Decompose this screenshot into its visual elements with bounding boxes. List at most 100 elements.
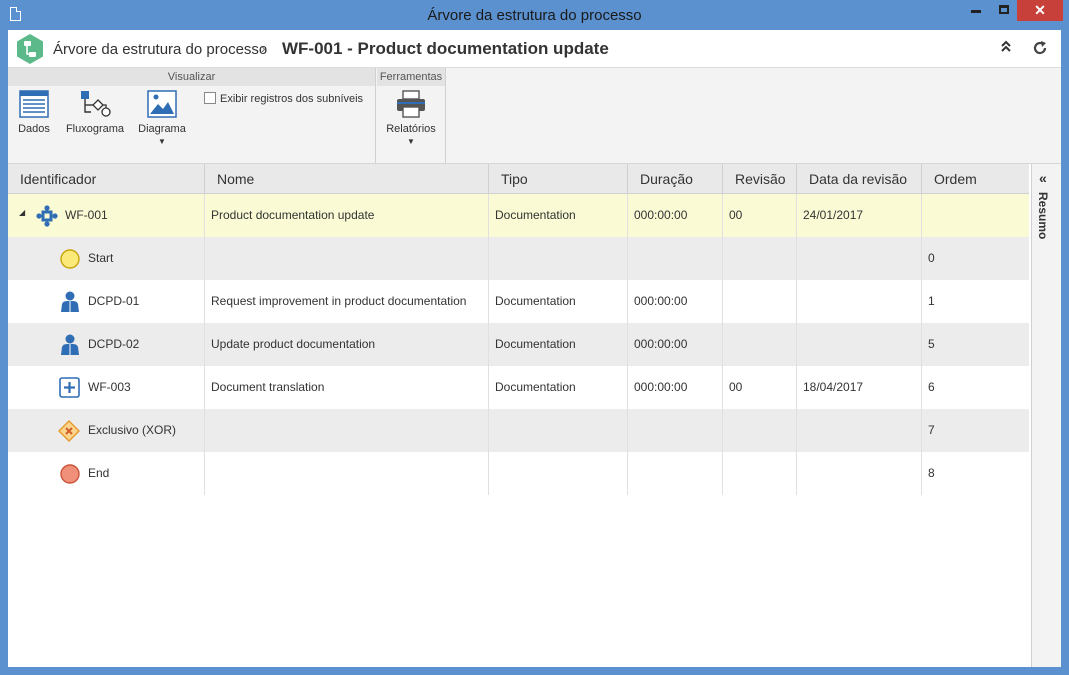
cell-identificador: DCPD-01 [8, 280, 205, 323]
dados-button[interactable]: Dados [16, 90, 52, 135]
diagrama-label: Diagrama [138, 123, 186, 135]
double-chevron-up-icon [1001, 40, 1011, 52]
subniveis-checkbox[interactable]: Exibir registros dos subníveis [204, 92, 363, 105]
cell-data-revisao [797, 409, 922, 452]
double-chevron-left-icon[interactable]: « [1039, 170, 1047, 186]
cell-tipo: Documentation [489, 366, 628, 409]
fluxograma-label: Fluxograma [65, 123, 125, 135]
dados-label: Dados [18, 123, 50, 135]
page-title: WF-001 - Product documentation update [282, 39, 609, 58]
cell-duracao: 000:00:00 [628, 280, 723, 323]
window-titlebar: Árvore da estrutura do processo ✕ [0, 0, 1069, 30]
cell-ordem: 8 [928, 466, 935, 480]
cell-identificador: Exclusivo (XOR) [8, 409, 205, 452]
cell-revisao: 00 [723, 194, 797, 237]
ribbon-separator [375, 68, 376, 164]
checkbox-icon[interactable] [204, 92, 216, 104]
cell-revisao [723, 323, 797, 366]
cell-identificador: Start [8, 237, 205, 280]
refresh-icon [1033, 41, 1047, 55]
table-row[interactable]: Exclusivo (XOR) 7 [8, 409, 1029, 452]
cell-duracao: 000:00:00 [628, 323, 723, 366]
ribbon-group-ferramentas: Ferramentas [377, 68, 445, 86]
cell-duracao [628, 409, 723, 452]
dropdown-caret-icon: ▼ [158, 137, 166, 146]
process-tree-grid: Identificador Nome Tipo Duração Revisão … [8, 164, 1029, 667]
cell-revisao [723, 452, 797, 495]
cell-revisao [723, 280, 797, 323]
fluxograma-button[interactable]: Fluxograma [64, 90, 126, 135]
cell-tipo [489, 409, 628, 452]
table-row[interactable]: ◢ WF-001 Product documentation update Do… [8, 194, 1029, 237]
breadcrumb-header: Árvore da estrutura do processo › WF-001… [8, 30, 1061, 68]
cell-tipo: Documentation [489, 280, 628, 323]
cell-nome [205, 452, 489, 495]
grid-header-row: Identificador Nome Tipo Duração Revisão … [8, 164, 1029, 194]
relatorios-button[interactable]: Relatórios ▼ [383, 90, 439, 146]
cell-data-revisao [797, 452, 922, 495]
data-grid-icon [19, 90, 49, 118]
cell-identificador: WF-001 [8, 194, 205, 237]
ribbon-group-visualizar: Visualizar [8, 68, 375, 86]
relatorios-label: Relatórios [386, 123, 436, 135]
column-header-tipo[interactable]: Tipo [489, 164, 628, 194]
close-button[interactable]: ✕ [1017, 0, 1063, 21]
cell-nome [205, 409, 489, 452]
table-row[interactable]: DCPD-02 Update product documentation Doc… [8, 323, 1029, 366]
table-row[interactable]: DCPD-01 Request improvement in product d… [8, 280, 1029, 323]
maximize-icon [999, 5, 1009, 14]
diagrama-button[interactable]: Diagrama ▼ [136, 90, 188, 146]
column-header-data-revisao[interactable]: Data da revisão [797, 164, 922, 194]
cell-duracao: 000:00:00 [628, 194, 723, 237]
cell-tipo [489, 237, 628, 280]
minimize-button[interactable] [962, 0, 990, 21]
table-row[interactable]: Start 0 [8, 237, 1029, 280]
cell-tipo: Documentation [489, 194, 628, 237]
cell-tipo: Documentation [489, 323, 628, 366]
cell-data-revisao [797, 323, 922, 366]
dropdown-caret-icon: ▼ [407, 137, 415, 146]
maximize-button[interactable] [990, 0, 1018, 21]
collapse-header-button[interactable] [996, 39, 1016, 59]
window-title: Árvore da estrutura do processo [427, 7, 642, 24]
cell-nome: Product documentation update [205, 194, 489, 237]
cell-revisao [723, 237, 797, 280]
cell-ordem: 0 [928, 251, 935, 265]
cell-identificador: End [8, 452, 205, 495]
breadcrumb-root[interactable]: Árvore da estrutura do processo [53, 41, 267, 58]
column-header-duracao[interactable]: Duração [628, 164, 723, 194]
column-header-revisao[interactable]: Revisão [723, 164, 797, 194]
app-logo-icon [17, 34, 43, 64]
resumo-side-panel[interactable]: « Resumo [1031, 164, 1061, 667]
cell-ordem: 1 [928, 294, 935, 308]
cell-nome: Request improvement in product documenta… [205, 280, 489, 323]
column-header-nome[interactable]: Nome [205, 164, 489, 194]
image-diagram-icon [147, 90, 177, 118]
cell-data-revisao: 18/04/2017 [797, 366, 922, 409]
cell-duracao [628, 237, 723, 280]
table-row[interactable]: WF-003 Document translation Documentatio… [8, 366, 1029, 409]
subniveis-label: Exibir registros dos subníveis [220, 93, 364, 105]
column-header-ordem[interactable]: Ordem [922, 164, 1029, 194]
cell-identificador: WF-003 [8, 366, 205, 409]
cell-duracao: 000:00:00 [628, 366, 723, 409]
column-header-identificador[interactable]: Identificador [8, 164, 205, 194]
flowchart-icon [81, 91, 111, 117]
breadcrumb-separator: › [261, 40, 266, 56]
cell-nome [205, 237, 489, 280]
cell-ordem: 5 [928, 337, 935, 351]
cell-data-revisao: 24/01/2017 [797, 194, 922, 237]
cell-ordem: 6 [928, 380, 935, 394]
cell-identificador: DCPD-02 [8, 323, 205, 366]
cell-revisao [723, 409, 797, 452]
table-row[interactable]: End 8 [8, 452, 1029, 495]
cell-ordem: 7 [928, 423, 935, 437]
resumo-label[interactable]: Resumo [1036, 192, 1050, 239]
cell-data-revisao [797, 237, 922, 280]
printer-icon [397, 90, 425, 118]
cell-tipo [489, 452, 628, 495]
cell-ordem [922, 194, 1029, 237]
cell-nome: Update product documentation [205, 323, 489, 366]
ribbon-separator [445, 68, 446, 164]
refresh-button[interactable] [1030, 39, 1050, 59]
